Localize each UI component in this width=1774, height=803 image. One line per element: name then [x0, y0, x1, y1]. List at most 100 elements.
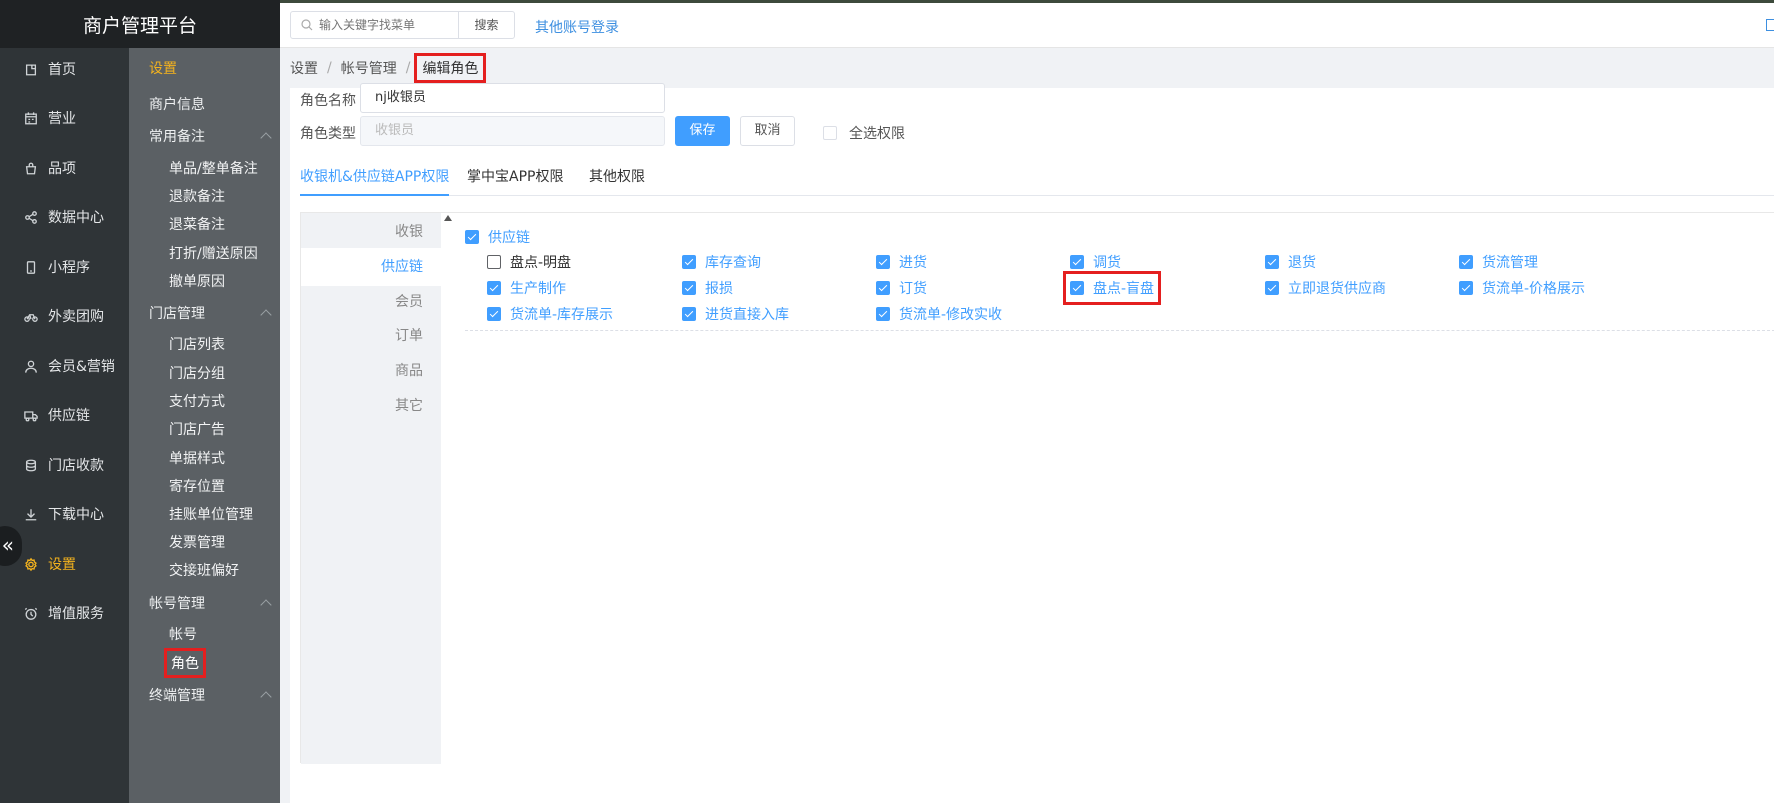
category-list: 收银 供应链 会员 订单 商品 其它: [301, 213, 441, 764]
submenu-group-store[interactable]: 门店管理: [149, 303, 272, 323]
search-icon: [301, 19, 313, 31]
nav-item-data-center[interactable]: 数据中心: [0, 197, 129, 237]
permission-checkbox[interactable]: 生产制作: [487, 278, 566, 298]
submenu-item[interactable]: 门店分组: [169, 363, 225, 383]
checkbox-box: [682, 281, 696, 295]
permission-checkbox[interactable]: 订货: [876, 278, 927, 298]
nav-item-label: 首页: [48, 62, 76, 78]
category-item[interactable]: 订单: [301, 317, 441, 355]
checkbox-box: [487, 307, 501, 321]
gear-icon: [24, 557, 38, 571]
category-item-active[interactable]: 供应链: [301, 248, 441, 286]
cancel-button[interactable]: 取消: [740, 116, 795, 146]
tab-other-permissions[interactable]: 其他权限: [589, 166, 645, 196]
submenu-item[interactable]: 门店广告: [169, 419, 225, 439]
submenu-item-shop-info[interactable]: 商户信息: [149, 94, 272, 114]
submenu-item[interactable]: 单据样式: [169, 448, 225, 468]
permission-checkbox[interactable]: 进货: [876, 252, 927, 272]
search-input[interactable]: [319, 18, 439, 32]
permission-label: 立即退货供应商: [1288, 281, 1386, 297]
nav-item-business[interactable]: 营业: [0, 98, 129, 138]
category-item[interactable]: 其它: [301, 387, 441, 425]
main-content: 设置 / 帐号管理 / 编辑角色 角色名称 nj收银员 角色类型 收银员 保存 …: [280, 48, 1774, 803]
permission-checkbox[interactable]: 货流单-修改实收: [876, 304, 1002, 324]
category-item[interactable]: 会员: [301, 283, 441, 321]
submenu-item[interactable]: 交接班偏好: [169, 560, 239, 580]
permission-checkbox[interactable]: 库存查询: [682, 252, 761, 272]
submenu-item[interactable]: 挂账单位管理: [169, 504, 253, 524]
breadcrumb-separator: /: [405, 60, 411, 76]
nav-item-supply-chain[interactable]: 供应链: [0, 395, 129, 435]
nav-item-download-center[interactable]: 下载中心: [0, 494, 129, 534]
permission-checkbox[interactable]: 调货: [1070, 252, 1121, 272]
checkbox-box: [1265, 255, 1279, 269]
permission-checkbox[interactable]: 货流管理: [1459, 252, 1538, 272]
permission-label: 货流管理: [1482, 255, 1538, 271]
nav-item-label: 数据中心: [48, 210, 104, 226]
submenu-item[interactable]: 单品/整单备注: [169, 158, 258, 178]
nav-item-member-marketing[interactable]: 会员&营销: [0, 346, 129, 386]
permission-checkbox[interactable]: 盘点-盲盘: [1062, 271, 1162, 305]
permission-checkbox[interactable]: 进货直接入库: [682, 304, 789, 324]
nav-item-products[interactable]: 品项: [0, 148, 129, 188]
submenu-group-terminal[interactable]: 终端管理: [149, 685, 272, 705]
role-type-label: 角色类型: [300, 126, 356, 142]
submenu-item[interactable]: 发票管理: [169, 532, 225, 552]
permission-checkbox[interactable]: 退货: [1265, 252, 1316, 272]
scroll-up-arrow-icon[interactable]: [444, 215, 452, 221]
permission-checkbox[interactable]: 货流单-库存展示: [487, 304, 613, 324]
permission-label: 供应链: [488, 230, 530, 246]
permission-group-checkbox[interactable]: 供应链: [465, 227, 530, 247]
submenu-group-notes[interactable]: 常用备注: [149, 126, 272, 146]
search-button[interactable]: 搜索: [458, 11, 515, 39]
permission-checkbox[interactable]: 货流单-价格展示: [1459, 278, 1585, 298]
nav-item-home[interactable]: 首页: [0, 49, 129, 89]
nav-item-label: 供应链: [48, 408, 90, 424]
other-account-login-link[interactable]: 其他账号登录: [535, 17, 619, 37]
logout-icon[interactable]: [1766, 19, 1774, 31]
select-all-permissions-checkbox[interactable]: 全选权限: [823, 123, 905, 143]
chevron-up-icon: [260, 309, 272, 321]
submenu-item[interactable]: 退款备注: [169, 186, 225, 206]
save-button[interactable]: 保存: [675, 116, 730, 146]
breadcrumb-item[interactable]: 帐号管理: [341, 58, 397, 78]
user-icon: [24, 359, 38, 373]
tab-pos-supply-app[interactable]: 收银机&供应链APP权限: [300, 166, 450, 196]
permission-tabs: 收银机&供应链APP权限 掌中宝APP权限 其他权限: [300, 156, 1774, 196]
submenu-item[interactable]: 打折/赠送原因: [169, 243, 258, 263]
nav-item-label: 小程序: [48, 260, 90, 276]
category-item[interactable]: 商品: [301, 352, 441, 390]
submenu-item[interactable]: 寄存位置: [169, 476, 225, 496]
permission-label: 生产制作: [510, 281, 566, 297]
breadcrumb-item[interactable]: 设置: [290, 58, 318, 78]
permission-checkbox[interactable]: 立即退货供应商: [1265, 278, 1386, 298]
checkbox-box: [823, 126, 837, 140]
submenu-item[interactable]: 退菜备注: [169, 214, 225, 234]
checkbox-box: [1070, 281, 1084, 295]
nav-item-delivery[interactable]: 外卖团购: [0, 296, 129, 336]
tab-handheld-app[interactable]: 掌中宝APP权限: [467, 166, 563, 196]
permission-checkbox[interactable]: 盘点-明盘: [487, 252, 571, 272]
nav-item-value-added[interactable]: 增值服务: [0, 593, 129, 633]
submenu-item-account[interactable]: 帐号: [169, 624, 197, 644]
checkbox-box: [876, 255, 890, 269]
settings-submenu: 设置 商户信息 常用备注 单品/整单备注 退款备注 退菜备注 打折/赠送原因 撤…: [129, 48, 280, 803]
permission-label: 报损: [705, 281, 733, 297]
menu-search: 搜索: [290, 11, 515, 39]
chevron-up-icon: [260, 599, 272, 611]
submenu-item[interactable]: 支付方式: [169, 391, 225, 411]
nav-item-mini-program[interactable]: 小程序: [0, 247, 129, 287]
nav-item-store-payment[interactable]: 门店收款: [0, 445, 129, 485]
permission-checkbox[interactable]: 报损: [682, 278, 733, 298]
submenu-item-role[interactable]: 角色: [164, 648, 206, 678]
nav-item-label: 设置: [48, 557, 76, 573]
role-name-input[interactable]: nj收银员: [360, 83, 665, 113]
calendar-icon: [24, 111, 38, 125]
submenu-item[interactable]: 门店列表: [169, 334, 225, 354]
checkbox-box: [1265, 281, 1279, 295]
checkbox-box: [876, 307, 890, 321]
submenu-item[interactable]: 撤单原因: [169, 271, 225, 291]
submenu-group-account[interactable]: 帐号管理: [149, 593, 272, 613]
category-item[interactable]: 收银: [301, 213, 441, 251]
nav-item-label: 门店收款: [48, 458, 104, 474]
